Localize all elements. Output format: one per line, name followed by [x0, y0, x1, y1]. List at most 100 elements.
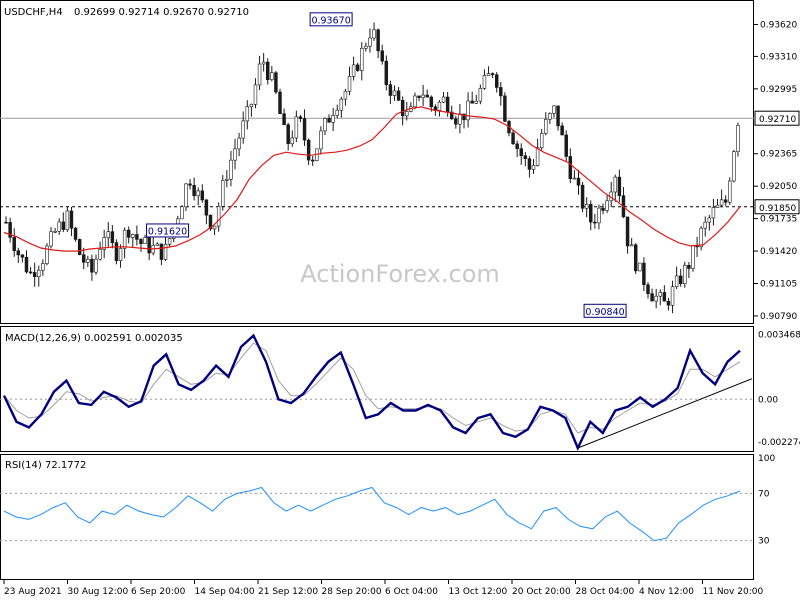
candle-body	[241, 120, 245, 139]
candle-body	[261, 61, 266, 65]
price-tick-label: 0.93620	[760, 20, 797, 30]
candle-body	[290, 137, 294, 145]
rsi-tick-label: 30	[758, 537, 770, 547]
candle-body	[707, 217, 712, 223]
candle-body	[155, 243, 160, 246]
candle-body	[212, 225, 217, 230]
candle-body	[441, 96, 446, 103]
candle-body	[405, 111, 409, 117]
candle-body	[478, 88, 483, 102]
candle-body	[126, 229, 131, 238]
candle-body	[719, 199, 724, 206]
candle-body	[380, 50, 384, 62]
rsi-chart	[0, 486, 754, 542]
rsi-tick-label: 70	[758, 489, 770, 499]
candle-body	[658, 292, 662, 297]
chart-window: USDCHF,H4 0.92699 0.92714 0.92670 0.9271…	[0, 0, 800, 600]
candle-body	[511, 132, 515, 145]
candle-body	[580, 184, 585, 209]
candle-body	[535, 147, 540, 166]
candle-body	[445, 96, 450, 113]
candle-body	[118, 248, 123, 261]
candle-body	[728, 180, 732, 203]
price-tick-label: 0.92995	[760, 85, 797, 95]
candle-body	[613, 176, 618, 193]
candle-body	[298, 116, 303, 119]
candle-body	[458, 113, 462, 125]
candle-body	[629, 244, 634, 247]
candle-body	[249, 103, 254, 108]
rsi-panel-frame	[0, 454, 754, 580]
ohlc-readout: 0.92699 0.92714 0.92670 0.92710	[74, 7, 249, 18]
x-tick-label: 6 Sep 20:00	[131, 587, 186, 597]
candle-body	[143, 237, 147, 245]
candle-body	[552, 105, 556, 114]
candle-body	[184, 183, 188, 208]
candle-body	[674, 275, 679, 287]
candle-body	[114, 242, 119, 261]
candle-body	[216, 206, 221, 227]
candle-body	[278, 91, 282, 115]
candle-body	[221, 180, 225, 207]
candle-body	[257, 63, 262, 86]
candle-body	[306, 139, 311, 161]
current-price-label: 0.92710	[759, 115, 796, 125]
x-tick-label: 4 Nov 12:00	[639, 587, 694, 597]
candle-body	[192, 184, 196, 197]
moving-average-line	[3, 106, 741, 252]
candle-body	[131, 234, 135, 238]
candle-body	[421, 94, 425, 98]
candle-body	[678, 275, 683, 285]
macd-tick-label: 0.00	[758, 395, 778, 405]
candle-body	[200, 190, 205, 201]
rsi-line	[3, 486, 741, 542]
candle-body	[523, 155, 528, 159]
candle-body	[163, 244, 168, 260]
candle-body	[204, 199, 209, 216]
candle-body	[82, 254, 86, 263]
x-tick-label: 6 Oct 04:00	[385, 587, 438, 597]
candle-body	[372, 29, 376, 39]
price-tick-label: 0.90790	[760, 312, 797, 322]
candle-body	[270, 72, 274, 81]
candle-body	[634, 244, 638, 272]
candle-body	[323, 118, 327, 132]
candle-body	[122, 229, 127, 249]
candle-body	[699, 227, 703, 248]
candle-body	[188, 183, 192, 186]
chart-svg: USDCHF,H4 0.92699 0.92714 0.92670 0.9271…	[0, 0, 800, 597]
candle-body	[646, 284, 650, 294]
candle-body	[666, 300, 671, 306]
macd-signal-line	[3, 342, 741, 434]
candle-body	[625, 216, 630, 247]
candle-body	[711, 207, 716, 219]
candle-body	[229, 159, 233, 180]
candle-body	[237, 137, 241, 150]
price-tick-label: 0.92050	[760, 182, 797, 192]
candle-body	[347, 76, 352, 92]
candle-body	[482, 75, 487, 89]
candle-body	[32, 272, 37, 278]
candle-body	[560, 125, 564, 136]
candle-body	[736, 125, 740, 152]
candle-body	[515, 143, 519, 149]
candle-body	[90, 258, 94, 273]
candle-body	[16, 250, 21, 256]
level-label: 0.91850	[759, 204, 796, 214]
candle-body	[335, 109, 339, 116]
price-annotation-label: 0.93670	[311, 15, 350, 26]
candle-body	[331, 115, 335, 123]
candle-body	[20, 254, 25, 258]
candle-body	[417, 95, 421, 98]
x-tick-label: 20 Oct 20:00	[512, 587, 571, 597]
candle-body	[368, 37, 372, 47]
candle-body	[474, 100, 478, 104]
candle-body	[662, 292, 667, 302]
candle-body	[400, 99, 405, 117]
candle-body	[94, 258, 98, 273]
candle-body	[638, 262, 642, 272]
candle-body	[339, 98, 344, 111]
x-tick-label: 21 Sep 12:00	[258, 587, 318, 597]
candle-body	[266, 61, 270, 81]
rsi-tick-label: 100	[758, 454, 775, 464]
